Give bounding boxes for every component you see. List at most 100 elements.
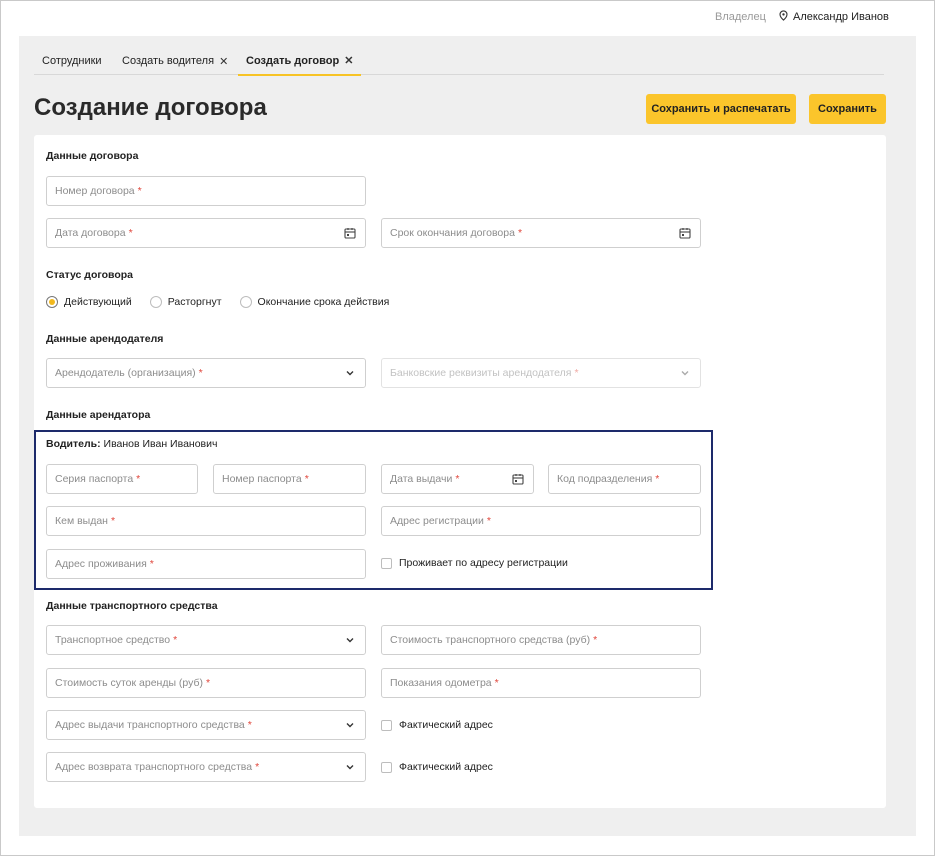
tab-label: Создать договор bbox=[246, 54, 340, 67]
registration-address-field[interactable]: Адрес регистрации * bbox=[381, 506, 701, 536]
passport-series-field[interactable]: Серия паспорта * bbox=[46, 464, 198, 494]
field-placeholder: Стоимость транспортного средства (руб) bbox=[390, 634, 591, 646]
field-placeholder: Дата выдачи bbox=[390, 473, 453, 485]
driver-line: Водитель: Иванов Иван Иванович bbox=[46, 438, 217, 450]
radio-circle bbox=[149, 296, 162, 308]
owner-label: Владелец bbox=[715, 11, 766, 23]
calendar-icon[interactable] bbox=[679, 227, 691, 239]
checkbox-label: Проживает по адресу регистрации bbox=[399, 557, 568, 569]
tab-employees[interactable]: Сотрудники bbox=[34, 47, 110, 75]
top-bar: Владелец Александр Иванов bbox=[0, 0, 935, 36]
field-placeholder: Дата договора bbox=[55, 227, 126, 239]
odometer-field[interactable]: Показания одометра * bbox=[381, 668, 701, 698]
required-mark: * bbox=[486, 515, 491, 527]
section-title-vehicle: Данные транспортного средства bbox=[46, 600, 218, 612]
issue-address-select[interactable]: Адрес выдачи транспортного средства * bbox=[46, 710, 366, 740]
user-menu[interactable]: Александр Иванов bbox=[778, 10, 889, 24]
radio-expired[interactable]: Окончание срока действия bbox=[239, 296, 389, 308]
user-name: Александр Иванов bbox=[793, 11, 889, 23]
landlord-bank-select[interactable]: Банковские реквизиты арендодателя * bbox=[381, 358, 701, 388]
tab-create-contract[interactable]: Создать договор ✕ bbox=[238, 47, 362, 76]
checkbox-label: Фактический адрес bbox=[399, 761, 493, 773]
chevron-down-icon bbox=[346, 765, 354, 770]
required-mark: * bbox=[655, 473, 660, 485]
section-title-tenant: Данные арендатора bbox=[46, 409, 151, 421]
radio-label: Действующий bbox=[64, 296, 132, 308]
required-mark: * bbox=[128, 227, 133, 239]
field-placeholder: Стоимость суток аренды (руб) bbox=[55, 677, 204, 689]
checkbox-box bbox=[381, 719, 392, 731]
division-code-field[interactable]: Код подразделения * bbox=[548, 464, 701, 494]
tab-label: Сотрудники bbox=[42, 55, 102, 67]
radio-circle bbox=[46, 296, 58, 308]
required-mark: * bbox=[455, 473, 460, 485]
required-mark: * bbox=[137, 185, 142, 197]
required-mark: * bbox=[255, 761, 260, 773]
field-placeholder: Номер договора bbox=[55, 185, 135, 197]
actual-address-checkbox-return[interactable]: Фактический адрес bbox=[381, 761, 493, 773]
section-title-status: Статус договора bbox=[46, 269, 134, 281]
issue-date-field[interactable]: Дата выдачи * bbox=[381, 464, 534, 494]
field-placeholder: Серия паспорта bbox=[55, 473, 134, 485]
issued-by-field[interactable]: Кем выдан * bbox=[46, 506, 366, 536]
required-mark: * bbox=[149, 558, 154, 570]
field-placeholder: Код подразделения bbox=[557, 473, 653, 485]
radio-label: Расторгнут bbox=[167, 296, 222, 308]
page-title: Создание договора bbox=[34, 94, 267, 121]
field-placeholder: Срок окончания договора bbox=[390, 227, 515, 239]
chevron-down-icon bbox=[681, 371, 689, 376]
chevron-down-icon bbox=[346, 723, 354, 728]
vehicle-cost-field[interactable]: Стоимость транспортного средства (руб) * bbox=[381, 625, 701, 655]
field-placeholder: Адрес возврата транспортного средства bbox=[55, 761, 253, 773]
vehicle-select[interactable]: Транспортное средство * bbox=[46, 625, 366, 655]
chevron-down-icon bbox=[346, 371, 354, 376]
actual-address-checkbox-issue[interactable]: Фактический адрес bbox=[381, 719, 493, 731]
required-mark: * bbox=[198, 367, 203, 379]
required-mark: * bbox=[494, 677, 499, 689]
radio-circle bbox=[239, 296, 252, 308]
close-icon[interactable]: ✕ bbox=[219, 55, 228, 68]
required-mark: * bbox=[593, 634, 598, 646]
required-mark: * bbox=[206, 677, 211, 689]
checkbox-label: Фактический адрес bbox=[399, 719, 493, 731]
status-radio-group: Действующий Расторгнут Окончание срока д… bbox=[46, 296, 407, 308]
field-placeholder: Транспортное средство bbox=[55, 634, 171, 646]
daily-rent-cost-field[interactable]: Стоимость суток аренды (руб) * bbox=[46, 668, 366, 698]
driver-label: Водитель: bbox=[46, 438, 101, 450]
required-mark: * bbox=[304, 473, 309, 485]
residence-address-field[interactable]: Адрес проживания * bbox=[46, 549, 366, 579]
chevron-down-icon bbox=[346, 638, 354, 643]
tab-bar: Сотрудники Создать водителя ✕ Создать до… bbox=[34, 47, 884, 76]
tab-label: Создать водителя bbox=[122, 55, 215, 67]
return-address-select[interactable]: Адрес возврата транспортного средства * bbox=[46, 752, 366, 782]
field-placeholder: Арендодатель (организация) bbox=[55, 367, 196, 379]
required-mark: * bbox=[574, 367, 579, 379]
radio-terminated[interactable]: Расторгнут bbox=[149, 296, 222, 308]
radio-active[interactable]: Действующий bbox=[46, 296, 132, 308]
required-mark: * bbox=[136, 473, 141, 485]
save-and-print-button[interactable]: Сохранить и распечатать bbox=[646, 94, 796, 124]
save-button[interactable]: Сохранить bbox=[809, 94, 886, 124]
field-placeholder: Показания одометра bbox=[390, 677, 492, 689]
section-title-landlord: Данные арендодателя bbox=[46, 333, 164, 345]
location-pin-icon bbox=[778, 10, 789, 24]
required-mark: * bbox=[517, 227, 523, 239]
checkbox-box bbox=[381, 761, 392, 773]
close-icon[interactable]: ✕ bbox=[344, 54, 353, 67]
driver-name: Иванов Иван Иванович bbox=[103, 438, 218, 450]
required-mark: * bbox=[247, 719, 252, 731]
contract-end-date-field[interactable]: Срок окончания договора * bbox=[381, 218, 701, 248]
calendar-icon[interactable] bbox=[344, 227, 356, 239]
contract-date-field[interactable]: Дата договора * bbox=[46, 218, 366, 248]
same-address-checkbox[interactable]: Проживает по адресу регистрации bbox=[381, 557, 568, 569]
contract-number-field[interactable]: Номер договора * bbox=[46, 176, 366, 206]
required-mark: * bbox=[110, 515, 116, 527]
calendar-icon[interactable] bbox=[512, 473, 524, 485]
landlord-org-select[interactable]: Арендодатель (организация) * bbox=[46, 358, 366, 388]
field-placeholder: Банковские реквизиты арендодателя bbox=[390, 367, 572, 379]
field-placeholder: Адрес регистрации bbox=[390, 515, 484, 527]
passport-number-field[interactable]: Номер паспорта * bbox=[213, 464, 366, 494]
checkbox-box bbox=[381, 557, 392, 569]
tab-create-driver[interactable]: Создать водителя ✕ bbox=[114, 47, 236, 75]
field-placeholder: Номер паспорта bbox=[222, 473, 302, 485]
